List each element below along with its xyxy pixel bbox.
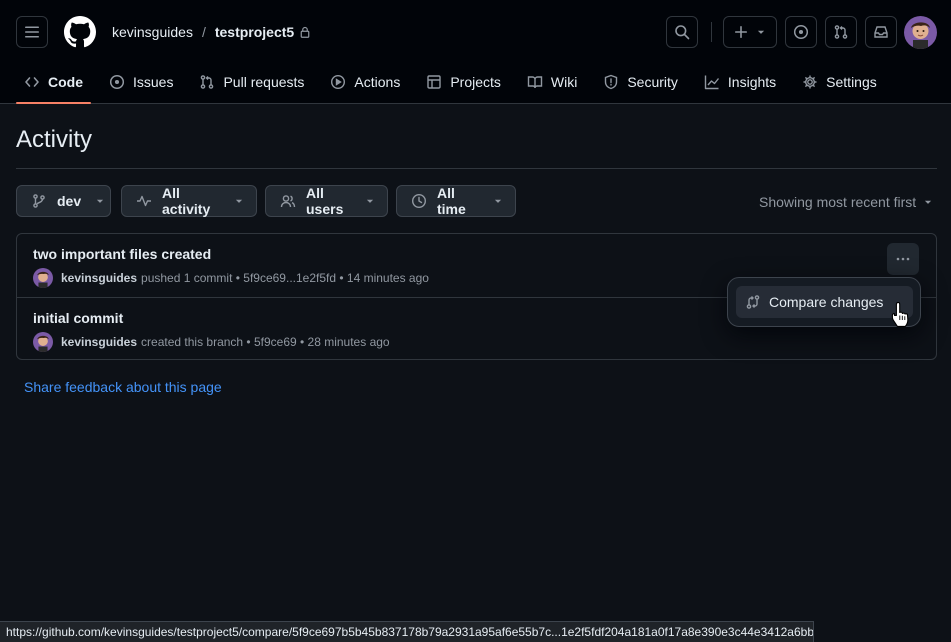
tab-label: Settings: [826, 74, 877, 90]
global-bar: kevinsguides / testproject5: [0, 0, 951, 64]
activity-detail: created this branch • 5f9ce69 • 28 minut…: [141, 335, 390, 349]
tab-label: Insights: [727, 74, 777, 90]
repo-tabs: Code Issues Pull requests Actions Projec…: [16, 64, 895, 104]
tab-label: Security: [627, 74, 678, 90]
tab-projects[interactable]: Projects: [418, 64, 509, 100]
inbox-button[interactable]: [865, 16, 897, 48]
activity-detail: pushed 1 commit • 5f9ce69...1e2f5fd • 14…: [141, 271, 429, 285]
tab-issues[interactable]: Issues: [101, 64, 181, 100]
pull-requests-button[interactable]: [825, 16, 857, 48]
activity-title[interactable]: two important files created: [33, 246, 211, 262]
tab-label: Pull requests: [223, 74, 305, 90]
tab-insights[interactable]: Insights: [696, 64, 784, 100]
activity-user[interactable]: kevinsguides: [61, 271, 137, 285]
pull-request-icon: [834, 25, 848, 39]
title-divider: [16, 168, 937, 169]
tab-label: Actions: [354, 74, 401, 90]
search-icon: [675, 25, 690, 40]
breadcrumb-repo[interactable]: testproject5: [215, 24, 294, 40]
sort-label: Showing most recent first: [759, 194, 917, 210]
tab-pull-requests[interactable]: Pull requests: [191, 64, 312, 100]
more-options-button[interactable]: [887, 243, 919, 275]
chevron-down-icon: [757, 30, 765, 34]
repo-header: kevinsguides / testproject5 Code Issues …: [0, 0, 951, 104]
compare-icon: [745, 294, 761, 310]
activity-filter-label: All activity: [162, 185, 211, 217]
code-icon: [24, 74, 40, 90]
issue-icon: [793, 24, 809, 40]
header-divider: [711, 22, 712, 42]
gear-icon: [802, 74, 818, 90]
breadcrumb: kevinsguides / testproject5: [112, 22, 311, 42]
avatar[interactable]: [904, 16, 937, 49]
issues-button[interactable]: [785, 16, 817, 48]
time-filter-label: All time: [437, 185, 466, 217]
avatar[interactable]: [33, 268, 53, 288]
tab-security[interactable]: Security: [595, 64, 686, 100]
sort-dropdown[interactable]: Showing most recent first: [759, 194, 933, 210]
branch-icon: [31, 193, 47, 209]
graph-icon: [704, 74, 720, 90]
shield-icon: [603, 74, 619, 90]
users-filter[interactable]: All users: [265, 185, 388, 217]
create-new-button[interactable]: [723, 16, 777, 48]
people-icon: [280, 193, 296, 209]
play-icon: [330, 74, 346, 90]
chevron-down-icon: [365, 196, 375, 206]
tab-actions[interactable]: Actions: [322, 64, 408, 100]
time-filter[interactable]: All time: [396, 185, 516, 217]
activity-filter[interactable]: All activity: [121, 185, 257, 217]
pull-request-icon: [199, 74, 215, 90]
tab-label: Projects: [450, 74, 501, 90]
tab-code[interactable]: Code: [16, 64, 91, 104]
activity-meta: kevinsguides created this branch • 5f9ce…: [33, 332, 390, 352]
book-icon: [527, 74, 543, 90]
status-bar-url: https://github.com/kevinsguides/testproj…: [0, 621, 814, 642]
hand-cursor-icon: [891, 302, 909, 328]
tab-label: Issues: [133, 74, 174, 90]
plus-icon: [734, 25, 748, 39]
menu-button[interactable]: [16, 16, 48, 48]
breadcrumb-separator: /: [201, 24, 206, 40]
avatar[interactable]: [33, 332, 53, 352]
chevron-down-icon: [95, 196, 105, 206]
clock-icon: [411, 193, 427, 209]
table-icon: [426, 74, 442, 90]
tab-settings[interactable]: Settings: [794, 64, 885, 100]
tab-label: Wiki: [550, 74, 578, 90]
branch-filter[interactable]: dev: [16, 185, 111, 217]
branch-filter-label: dev: [57, 193, 82, 209]
tab-wiki[interactable]: Wiki: [519, 64, 585, 100]
chevron-down-icon: [493, 196, 503, 206]
menu-icon: [25, 26, 39, 38]
inbox-icon: [874, 26, 888, 38]
pulse-icon: [136, 193, 152, 209]
chevron-down-icon: [923, 197, 933, 207]
kebab-horizontal-icon: [896, 257, 910, 261]
issue-icon: [109, 74, 125, 90]
breadcrumb-owner[interactable]: kevinsguides: [112, 24, 193, 40]
activity-meta: kevinsguides pushed 1 commit • 5f9ce69..…: [33, 268, 429, 288]
chevron-down-icon: [234, 196, 244, 206]
github-logo-icon[interactable]: [64, 16, 96, 48]
search-button[interactable]: [666, 16, 698, 48]
users-filter-label: All users: [306, 185, 344, 217]
lock-icon: [299, 26, 311, 38]
activity-user[interactable]: kevinsguides: [61, 335, 137, 349]
page-title: Activity: [16, 126, 93, 153]
compare-changes-menu-item[interactable]: Compare changes: [736, 286, 913, 318]
compare-changes-label: Compare changes: [769, 294, 884, 310]
activity-title[interactable]: initial commit: [33, 310, 123, 326]
tab-label: Code: [48, 74, 83, 90]
share-feedback-link[interactable]: Share feedback about this page: [24, 379, 222, 395]
